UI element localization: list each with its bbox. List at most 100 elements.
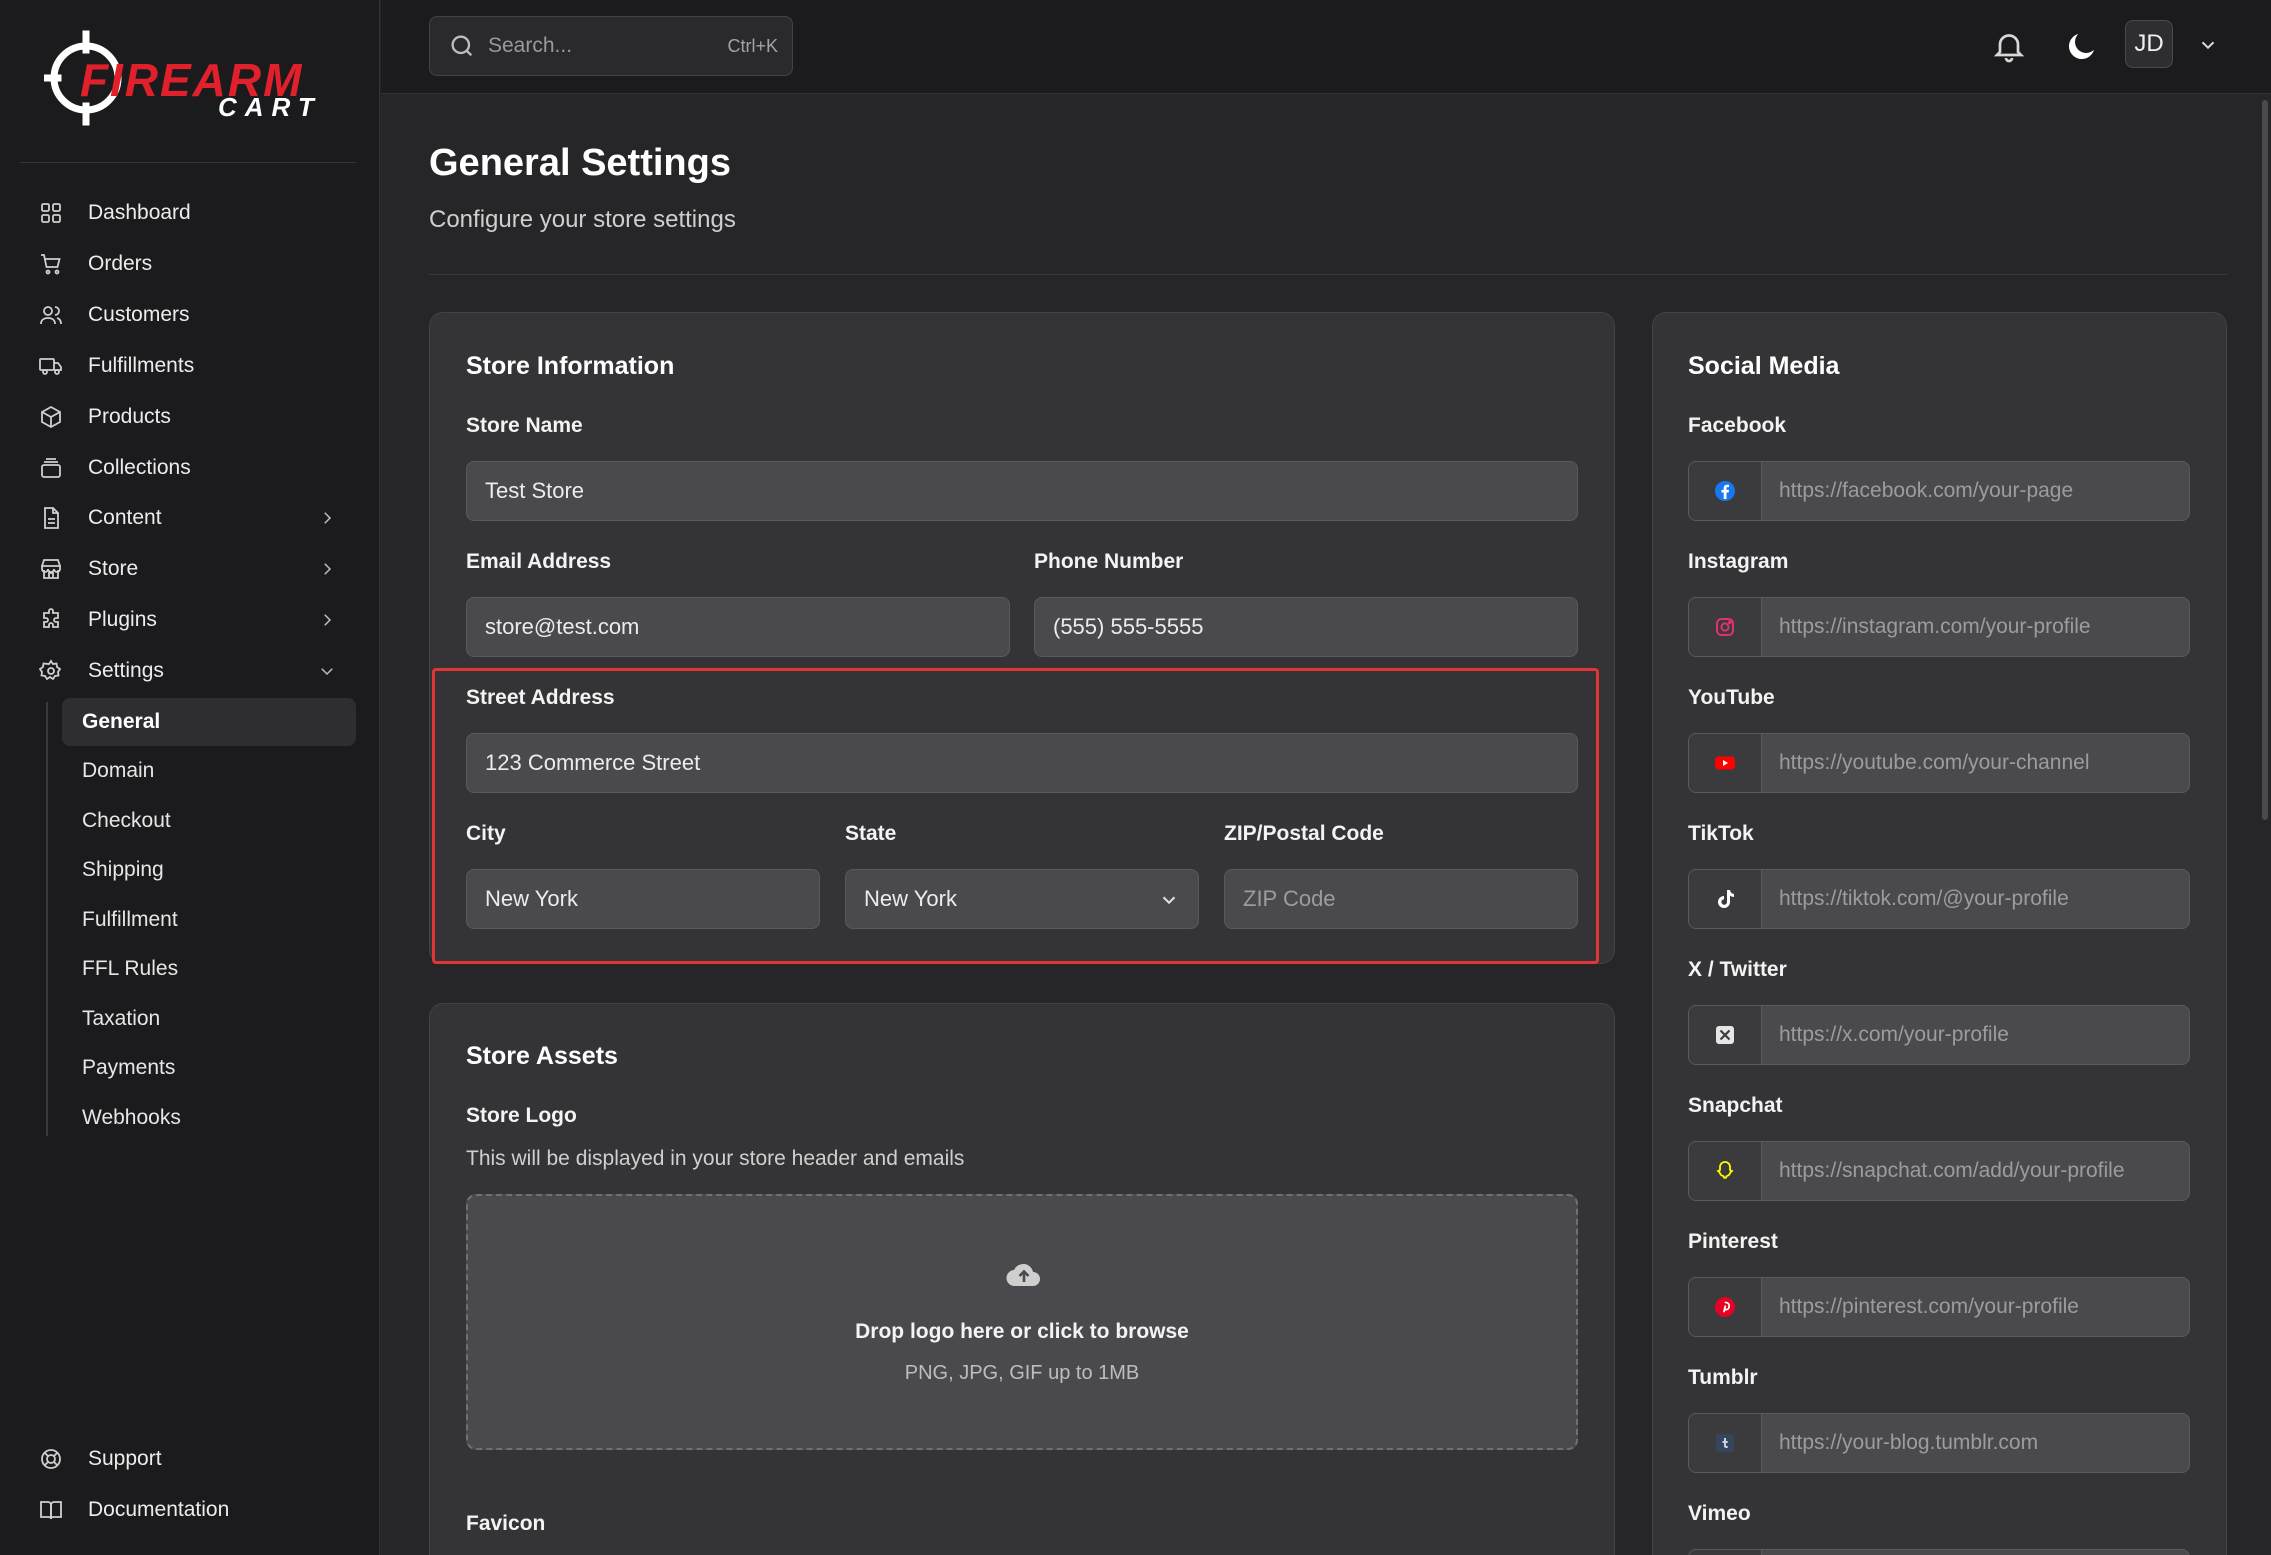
collection-icon: [38, 455, 64, 481]
bell-icon[interactable]: [1991, 28, 2027, 64]
vimeo-label: Vimeo: [1688, 1502, 1751, 1525]
store-name-input[interactable]: Test Store: [466, 461, 1578, 521]
snapchat-field[interactable]: [1688, 1141, 2190, 1201]
tumblr-label: Tumblr: [1688, 1366, 1758, 1389]
sidebar-subitem-webhooks[interactable]: Webhooks: [62, 1094, 356, 1142]
instagram-icon: [1716, 618, 1734, 636]
snapchat-icon: [1716, 1161, 1734, 1179]
tumblr-input[interactable]: [1779, 1414, 2179, 1472]
sidebar-item-store[interactable]: Store: [20, 546, 356, 592]
sidebar-item-dashboard[interactable]: Dashboard: [20, 190, 356, 236]
zip-label: ZIP/Postal Code: [1224, 822, 1384, 845]
header-divider: [429, 274, 2227, 275]
search-icon: [451, 35, 473, 57]
search-box[interactable]: Ctrl+K: [429, 16, 793, 76]
sidebar-item-documentation[interactable]: Documentation: [20, 1487, 356, 1533]
facebook-input[interactable]: [1779, 462, 2179, 520]
pinterest-input[interactable]: [1779, 1278, 2179, 1336]
sidebar-subitem-payments[interactable]: Payments: [62, 1044, 356, 1092]
sidebar-item-label: Collections: [88, 456, 191, 479]
pinterest-field[interactable]: [1688, 1277, 2190, 1337]
truck-icon: [38, 353, 64, 379]
pinterest-label: Pinterest: [1688, 1230, 1778, 1253]
chevron-down-icon[interactable]: [2197, 34, 2219, 56]
youtube-icon: [1715, 756, 1735, 770]
sidebar-item-label: Dashboard: [88, 201, 191, 224]
box-icon: [38, 404, 64, 430]
tumblr-field[interactable]: [1688, 1413, 2190, 1473]
sidebar-item-orders[interactable]: Orders: [20, 241, 356, 287]
x-twitter-input[interactable]: [1779, 1006, 2179, 1064]
instagram-field[interactable]: [1688, 597, 2190, 657]
state-select[interactable]: New York: [845, 869, 1199, 929]
page-subtitle: Configure your store settings: [429, 206, 736, 233]
youtube-field[interactable]: [1688, 733, 2190, 793]
sidebar-item-fulfillments[interactable]: Fulfillments: [20, 343, 356, 389]
store-logo-label: Store Logo: [466, 1104, 577, 1127]
logo-dropzone[interactable]: Drop logo here or click to browse PNG, J…: [466, 1194, 1578, 1450]
sidebar-subitem-domain[interactable]: Domain: [62, 747, 356, 795]
x-twitter-label: X / Twitter: [1688, 958, 1787, 981]
user-avatar[interactable]: JD: [2125, 20, 2173, 68]
cloud-upload-icon: [1006, 1263, 1040, 1287]
sidebar-item-label: Content: [88, 506, 162, 529]
snapchat-input[interactable]: [1779, 1142, 2179, 1200]
gear-icon: [38, 658, 64, 684]
sidebar-item-label: Fulfillments: [88, 354, 195, 377]
sidebar-item-plugins[interactable]: Plugins: [20, 597, 356, 643]
sidebar-item-label: Customers: [88, 303, 190, 326]
crosshair-logo-icon: F IREARM CART: [40, 30, 322, 126]
sidebar-subitem-checkout[interactable]: Checkout: [62, 797, 356, 845]
sidebar-subitem-taxation[interactable]: Taxation: [62, 995, 356, 1043]
sidebar-item-label: Support: [88, 1447, 162, 1470]
favicon-label: Favicon: [466, 1512, 546, 1535]
page-scrollbar[interactable]: [2262, 100, 2268, 820]
svg-text:F: F: [80, 54, 110, 106]
file-icon: [38, 505, 64, 531]
sidebar-item-content[interactable]: Content: [20, 495, 356, 541]
brand-logo[interactable]: F IREARM CART: [40, 30, 340, 126]
sidebar-subitem-ffl-rules[interactable]: FFL Rules: [62, 945, 356, 993]
store-name-label: Store Name: [466, 414, 583, 437]
sidebar-item-products[interactable]: Products: [20, 394, 356, 440]
x-twitter-field[interactable]: [1688, 1005, 2190, 1065]
tiktok-field[interactable]: [1688, 869, 2190, 929]
logo-divider: [20, 162, 356, 163]
state-label: State: [845, 822, 897, 845]
sidebar-item-settings[interactable]: Settings: [20, 648, 356, 694]
vimeo-field[interactable]: [1688, 1549, 2190, 1555]
chevron-right-icon: [316, 558, 338, 580]
tiktok-input[interactable]: [1779, 870, 2179, 928]
instagram-input[interactable]: [1779, 598, 2179, 656]
youtube-input[interactable]: [1779, 734, 2179, 792]
puzzle-icon: [38, 607, 64, 633]
chevron-down-icon: [316, 660, 338, 682]
sidebar-item-customers[interactable]: Customers: [20, 292, 356, 338]
street-address-input[interactable]: 123 Commerce Street: [466, 733, 1578, 793]
email-label: Email Address: [466, 550, 612, 573]
street-address-label: Street Address: [466, 686, 615, 709]
phone-input[interactable]: (555) 555-5555: [1034, 597, 1578, 657]
book-icon: [38, 1497, 64, 1523]
email-input[interactable]: store@test.com: [466, 597, 1010, 657]
search-input[interactable]: [488, 34, 708, 58]
x-icon: [1716, 1026, 1734, 1044]
dashboard-icon: [38, 200, 64, 226]
users-icon: [38, 302, 64, 328]
vimeo-input[interactable]: [1779, 1550, 2179, 1555]
sidebar-item-support[interactable]: Support: [20, 1436, 356, 1482]
sidebar-subitem-fulfillment[interactable]: Fulfillment: [62, 896, 356, 944]
store-information-title: Store Information: [466, 352, 675, 380]
zip-input[interactable]: ZIP Code: [1224, 869, 1578, 929]
svg-text:CART: CART: [218, 92, 322, 122]
sidebar-item-label: Orders: [88, 252, 153, 275]
sidebar-subitem-general[interactable]: General: [62, 698, 356, 746]
sidebar-subitem-shipping[interactable]: Shipping: [62, 846, 356, 894]
moon-icon[interactable]: [2064, 28, 2100, 64]
sidebar-item-collections[interactable]: Collections: [20, 445, 356, 491]
city-input[interactable]: New York: [466, 869, 820, 929]
submenu-guide-line: [46, 702, 48, 1136]
facebook-field[interactable]: [1688, 461, 2190, 521]
tiktok-label: TikTok: [1688, 822, 1754, 845]
tiktok-icon: [1718, 890, 1734, 908]
